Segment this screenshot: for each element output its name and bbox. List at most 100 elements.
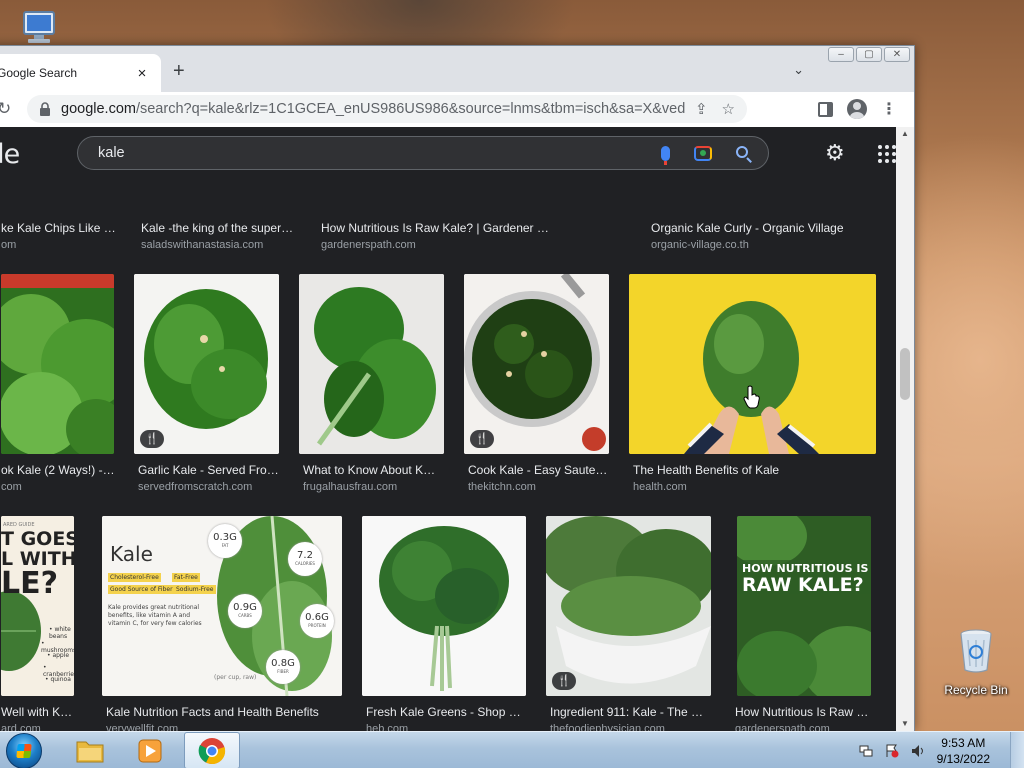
result-thumbnail[interactable]: 🍴: [546, 516, 711, 696]
search-icon[interactable]: [736, 145, 748, 158]
result-source: saladswithanastasia.com: [141, 239, 264, 251]
scroll-up-icon[interactable]: ▲: [896, 127, 914, 141]
window-controls: ‒ ▢ ✕: [828, 47, 910, 62]
result-thumbnail[interactable]: Kale Cholesterol-Free Fat-Free Good Sour…: [102, 516, 342, 696]
result-source: thekitchn.com: [468, 481, 536, 493]
guide-heading-3: LE?: [1, 566, 59, 601]
result-thumbnail[interactable]: [629, 274, 876, 454]
result-source: heb.com: [366, 723, 409, 731]
nutrition-tag: Fat-Free: [172, 573, 200, 582]
result-title[interactable]: Cook Kale - Easy Saute…: [468, 463, 608, 477]
side-panel-icon[interactable]: [818, 101, 833, 117]
kale-chips-bowl-image: [546, 516, 711, 696]
result-thumbnail[interactable]: HOW NUTRITIOUS IS RAW KALE?: [737, 516, 871, 696]
google-logo[interactable]: gle: [0, 139, 20, 170]
folder-icon: [76, 741, 104, 762]
vertical-scrollbar[interactable]: ▲ ▼: [896, 127, 914, 731]
recycle-bin-label: Recycle Bin: [944, 683, 1008, 697]
google-apps-icon[interactable]: [878, 145, 896, 163]
result-source: om: [1, 239, 17, 251]
minimize-button[interactable]: ‒: [828, 47, 854, 62]
result-thumbnail[interactable]: 🍴: [464, 274, 609, 454]
result-source: organic-village.co.th: [651, 239, 749, 251]
stat-value: 0.3G: [213, 532, 237, 543]
scroll-down-icon[interactable]: ▼: [896, 717, 914, 731]
result-source: gardenerspath.com: [735, 723, 830, 731]
tab-close-icon[interactable]: ×: [131, 65, 153, 82]
result-title[interactable]: Ingredient 911: Kale - The …: [550, 705, 710, 719]
lens-search-icon[interactable]: [694, 145, 712, 161]
result-title[interactable]: ke Kale Chips Like …: [1, 221, 119, 235]
stat-label: CARBS: [238, 613, 252, 618]
search-query[interactable]: kale: [98, 145, 661, 161]
tab-google-search[interactable]: Google Search ×: [0, 54, 161, 92]
url-text: google.com/search?q=kale&rlz=1C1GCEA_enU…: [61, 101, 685, 117]
scroll-thumb[interactable]: [900, 348, 910, 400]
raw-kale-image: [737, 516, 871, 696]
clock[interactable]: 9:53 AM 9/13/2022: [937, 735, 990, 767]
result-title[interactable]: How Nutritious Is Raw …: [735, 705, 875, 719]
stat-label: FIBER: [277, 669, 289, 674]
raw-kale-heading-2: RAW KALE?: [742, 574, 864, 596]
clock-date: 9/13/2022: [936, 751, 990, 766]
result-source: ard.com: [1, 723, 41, 731]
maximize-button[interactable]: ▢: [856, 47, 882, 62]
voice-search-icon[interactable]: [661, 145, 670, 165]
nutrition-tag: Cholesterol-Free: [108, 573, 161, 582]
kale-leaves-image: [1, 274, 114, 454]
result-source: verywellfit.com: [106, 723, 179, 731]
result-thumbnail[interactable]: [299, 274, 444, 454]
result-thumbnail[interactable]: [362, 516, 526, 696]
result-title[interactable]: How Nutritious Is Raw Kale? | Gardener …: [321, 221, 561, 235]
taskbar-explorer-button[interactable]: [62, 732, 118, 768]
volume-icon[interactable]: [911, 744, 925, 758]
result-source: thefoodiephysician.com: [550, 723, 665, 731]
taskbar-chrome-button[interactable]: [184, 732, 240, 768]
result-title[interactable]: Fresh Kale Greens - Shop …: [366, 705, 526, 719]
close-window-button[interactable]: ✕: [884, 47, 910, 62]
system-tray: 9:53 AM 9/13/2022: [859, 732, 1024, 768]
media-player-icon: [138, 739, 162, 762]
result-source: frugalhausfrau.com: [303, 481, 398, 493]
reload-icon[interactable]: ↻: [0, 99, 11, 119]
start-button[interactable]: [6, 733, 42, 768]
result-title[interactable]: Kale -the king of the super…: [141, 221, 301, 235]
bookmark-star-icon[interactable]: ☆: [722, 100, 735, 118]
action-center-flag-icon[interactable]: [885, 744, 899, 758]
result-source: servedfromscratch.com: [138, 481, 253, 493]
result-title[interactable]: What to Know About K…: [303, 463, 443, 477]
result-title[interactable]: Well with K…: [1, 705, 74, 719]
result-title[interactable]: ok Kale (2 Ways!) -…: [1, 463, 114, 477]
show-desktop-button[interactable]: [1010, 732, 1024, 768]
nutrition-title: Kale: [110, 542, 153, 566]
recycle-bin[interactable]: Recycle Bin: [940, 628, 1012, 697]
profile-avatar-icon[interactable]: [847, 99, 867, 119]
url-path: /search?q=kale&rlz=1C1GCEA_enUS986US986&…: [135, 101, 685, 117]
result-thumbnail[interactable]: 🍴: [134, 274, 279, 454]
recycle-bin-icon: [960, 629, 992, 673]
settings-gear-icon[interactable]: ⚙: [825, 142, 845, 164]
stat-value: 0.6G: [305, 612, 329, 623]
more-menu-icon[interactable]: ⋮: [881, 99, 897, 119]
result-title[interactable]: Kale Nutrition Facts and Health Benefits: [106, 705, 342, 719]
share-icon[interactable]: ⇪: [695, 100, 708, 118]
stat-value: 7.2: [297, 550, 313, 561]
new-tab-button[interactable]: +: [173, 60, 185, 83]
stat-circle: 0.6G PROTEIN: [300, 604, 334, 638]
network-icon[interactable]: [859, 744, 873, 758]
address-bar[interactable]: google.com/search?q=kale&rlz=1C1GCEA_enU…: [27, 95, 747, 123]
taskbar: 9:53 AM 9/13/2022: [0, 731, 1024, 768]
result-title[interactable]: The Health Benefits of Kale: [633, 463, 873, 477]
result-title[interactable]: Organic Kale Curly - Organic Village: [651, 221, 891, 235]
result-thumbnail[interactable]: [1, 274, 114, 454]
computer-icon[interactable]: [14, 8, 62, 48]
stat-label: FAT: [221, 543, 229, 548]
result-thumbnail[interactable]: ARED GUIDE T GOES L WITH LE? • white bea…: [1, 516, 74, 696]
tab-search-chevron-icon[interactable]: ⌄: [793, 62, 804, 78]
stat-circle: 0.8G FIBER: [266, 650, 300, 684]
browser-toolbar: ↻ google.com/search?q=kale&rlz=1C1GCEA_e…: [0, 92, 914, 126]
taskbar-media-player-button[interactable]: [122, 732, 178, 768]
search-box[interactable]: kale: [77, 136, 769, 170]
nutrition-tag: Good Source of Fiber: [108, 585, 175, 594]
result-title[interactable]: Garlic Kale - Served Fro…: [138, 463, 278, 477]
